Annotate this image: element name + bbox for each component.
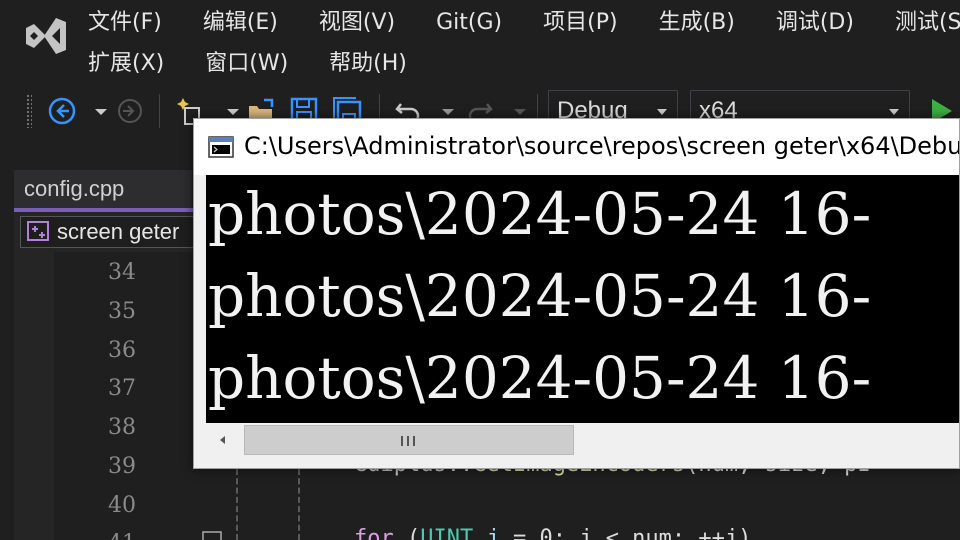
menu-build[interactable]: 生成(B) — [659, 8, 735, 38]
console-output[interactable]: photos\2024-05-24 16- photos\2024-05-24 … — [206, 175, 959, 423]
console-line: photos\2024-05-24 16- — [208, 344, 872, 412]
code-line-41[interactable]: for (UINT j = 0; j < num; ++j) — [354, 526, 751, 540]
menu-row-2: 扩展(X) 窗口(W) 帮助(H) — [88, 49, 448, 79]
menu-edit[interactable]: 编辑(E) — [203, 8, 278, 38]
horizontal-scrollbar[interactable] — [206, 423, 959, 457]
cpp-project-icon — [27, 221, 49, 241]
line-number: 37 — [108, 376, 136, 401]
tab-config-cpp[interactable]: config.cpp — [14, 170, 192, 208]
console-line: photos\2024-05-24 16- — [208, 262, 872, 330]
visual-studio-logo-icon — [26, 18, 66, 54]
indent-guide — [236, 469, 238, 540]
console-window[interactable]: C:\Users\Administrator\source\repos\scre… — [193, 118, 960, 469]
line-number: 38 — [108, 415, 136, 440]
menu-debug[interactable]: 调试(D) — [776, 8, 854, 38]
console-line: photos\2024-05-24 16- — [208, 180, 872, 248]
indent-guide — [298, 469, 300, 540]
code-keyword: for — [354, 526, 394, 540]
scroll-left-arrow-icon[interactable] — [220, 436, 225, 444]
project-name: screen geter — [57, 219, 180, 244]
menu-project[interactable]: 项目(P) — [543, 8, 617, 38]
menu-git[interactable]: Git(G) — [436, 8, 502, 38]
line-number: 36 — [108, 338, 136, 363]
menu-test[interactable]: 测试(S) — [895, 8, 960, 38]
line-number: 40 — [108, 493, 136, 518]
forward-icon[interactable] — [115, 96, 145, 126]
line-number: 35 — [108, 299, 136, 324]
menu-help[interactable]: 帮助(H) — [329, 49, 407, 79]
collapse-toggle-icon[interactable] — [202, 531, 222, 540]
dropdown-arrow-icon[interactable] — [86, 96, 116, 126]
console-app-icon — [208, 136, 234, 158]
code-type: UINT — [420, 526, 474, 540]
toolbar-separator — [159, 94, 160, 128]
menu-file[interactable]: 文件(F) — [88, 8, 162, 38]
scrollbar-thumb[interactable] — [244, 425, 574, 455]
console-title: C:\Users\Administrator\source\repos\scre… — [244, 132, 959, 160]
line-number: 39 — [108, 454, 136, 479]
menu-bar: 文件(F) 编辑(E) 视图(V) Git(G) 项目(P) 生成(B) 调试(… — [0, 0, 960, 88]
back-icon[interactable] — [47, 96, 77, 126]
code-loop-condition: = 0; j < num; ++j) — [499, 526, 752, 540]
chevron-down-icon — [657, 109, 667, 115]
chevron-down-icon — [889, 109, 899, 115]
toolbar-grip[interactable] — [26, 94, 32, 128]
console-title-bar[interactable]: C:\Users\Administrator\source\repos\scre… — [194, 119, 959, 175]
line-number: 41 — [104, 531, 136, 540]
menu-view[interactable]: 视图(V) — [319, 8, 395, 38]
scrollbar-grip-icon — [401, 436, 415, 446]
menu-extensions[interactable]: 扩展(X) — [88, 49, 164, 79]
menu-row-1: 文件(F) 编辑(E) 视图(V) Git(G) 项目(P) 生成(B) 调试(… — [88, 8, 960, 38]
glyph-margin — [14, 252, 54, 540]
code-variable: j — [473, 526, 500, 540]
line-number: 34 — [108, 260, 136, 285]
menu-window[interactable]: 窗口(W) — [205, 49, 288, 79]
code-paren: ( — [393, 526, 421, 540]
